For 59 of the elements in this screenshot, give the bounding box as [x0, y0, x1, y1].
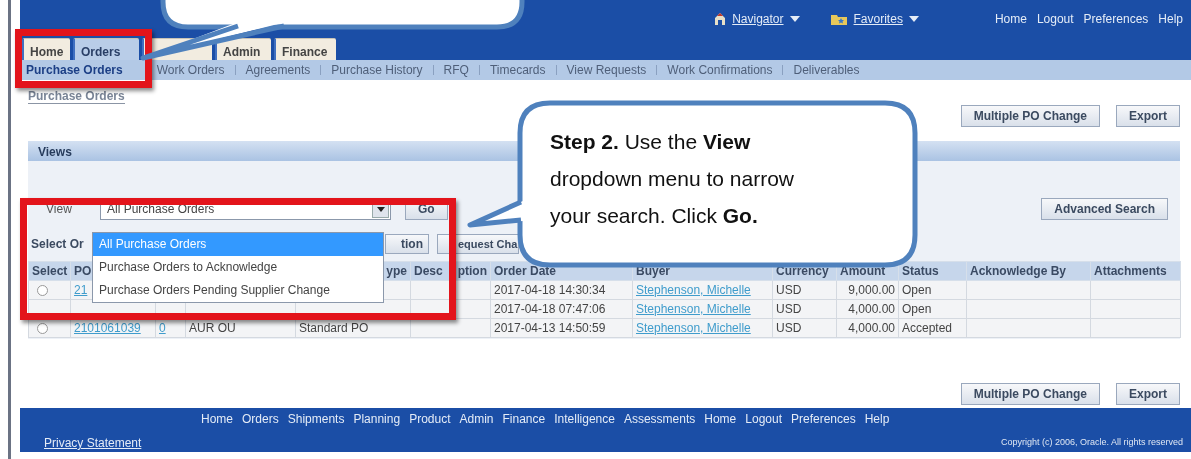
- footer-link[interactable]: Shipments: [287, 410, 345, 428]
- menu-link[interactable]: Favorites: [853, 10, 903, 28]
- column-header: Acknowledge By: [966, 261, 1091, 281]
- caret-icon: [908, 16, 919, 22]
- header-link[interactable]: Help: [1158, 10, 1183, 28]
- field-label: View: [46, 201, 73, 218]
- subtab[interactable]: Purchase Orders: [24, 61, 146, 79]
- select-label: Select Or: [31, 236, 85, 253]
- action-button[interactable]: equest Cha: [437, 234, 519, 254]
- header-link[interactable]: Home: [994, 10, 1027, 28]
- header-link[interactable]: Preferences: [1083, 10, 1149, 28]
- caret-icon: [789, 16, 800, 22]
- subtab[interactable]: Agreements: [235, 61, 321, 79]
- subtab[interactable]: Deliverables: [783, 61, 870, 79]
- subtab[interactable]: RFQ: [433, 61, 479, 79]
- tab[interactable]: Home: [22, 38, 70, 60]
- action-button[interactable]: Multiple PO Change: [960, 383, 1100, 405]
- footer-link[interactable]: Admin: [459, 410, 494, 428]
- subtab[interactable]: Timecards: [479, 61, 556, 79]
- menu-link[interactable]: Navigator: [732, 10, 784, 28]
- subtab[interactable]: Purchase History: [321, 61, 433, 79]
- column-header: Status: [898, 261, 967, 281]
- tab[interactable]: Finance: [274, 38, 336, 60]
- subtab[interactable]: Work Confirmations: [657, 61, 783, 79]
- action-button[interactable]: tion: [385, 234, 429, 254]
- footer-link[interactable]: Home: [704, 410, 737, 428]
- column-header: Attachments: [1090, 261, 1181, 281]
- footer-link[interactable]: Logout: [745, 410, 782, 428]
- action-button[interactable]: Export: [1116, 105, 1180, 127]
- footer-link[interactable]: Planning: [353, 410, 401, 428]
- column-header: Desc: [414, 263, 443, 278]
- footer-link[interactable]: Finance: [502, 410, 546, 428]
- subtab[interactable]: View Requests: [556, 61, 657, 79]
- footer-link[interactable]: Intelligence: [554, 410, 615, 428]
- action-button[interactable]: Export: [1116, 383, 1180, 405]
- advanced-search-button[interactable]: Advanced Search: [1041, 198, 1168, 220]
- footer-link[interactable]: Home: [201, 410, 233, 428]
- footer-link[interactable]: Orders: [242, 410, 279, 428]
- caret-icon: [376, 206, 385, 212]
- footer-link[interactable]: Help: [864, 410, 890, 428]
- footer-link[interactable]: Product: [409, 410, 451, 428]
- footer-link[interactable]: Preferences: [791, 410, 856, 428]
- column-header: Select: [28, 261, 71, 281]
- tab[interactable]: Admin: [215, 38, 271, 60]
- radio-button[interactable]: [37, 284, 48, 296]
- folder-icon: [829, 12, 848, 26]
- footer-link[interactable]: Assessments: [623, 410, 696, 428]
- header-link[interactable]: Logout: [1036, 10, 1074, 28]
- action-button[interactable]: Multiple PO Change: [960, 105, 1100, 127]
- tab[interactable]: Orders: [73, 38, 139, 60]
- copyright-text: Copyright (c) 2006, Oracle. All rights reserved: [1000, 436, 1183, 450]
- callout-text: Step 2. Use the View dropdown menu to narrow your search. Click Go.: [550, 129, 795, 229]
- house-icon: [714, 12, 727, 26]
- privacy-link[interactable]: Privacy Statement: [44, 434, 142, 452]
- page-title: Purchase Orders: [28, 89, 125, 104]
- subtab[interactable]: Work Orders: [146, 61, 235, 79]
- column-header: ption: [457, 263, 487, 278]
- dropdown-option[interactable]: Purchase Orders Pending Supplier Change: [93, 279, 383, 302]
- radio-button[interactable]: [37, 322, 48, 334]
